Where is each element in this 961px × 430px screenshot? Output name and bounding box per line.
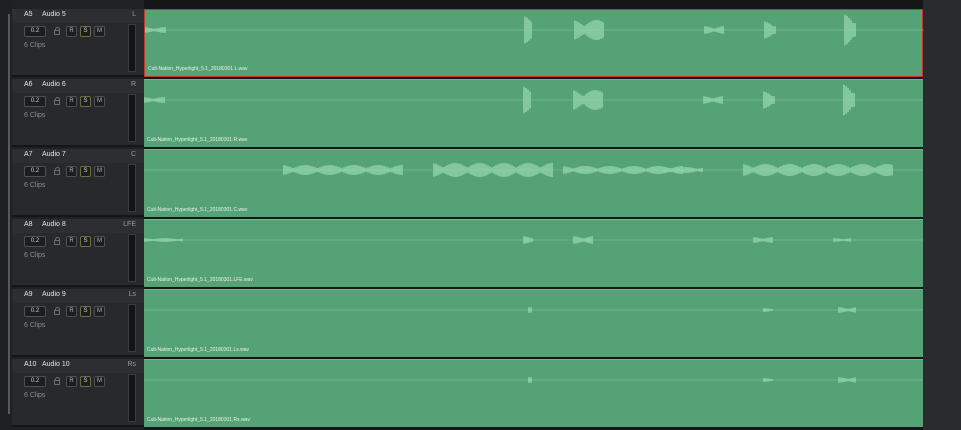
record-arm-button[interactable]: R: [66, 166, 77, 177]
mute-button[interactable]: M: [94, 236, 105, 247]
track-id: A5: [24, 11, 33, 18]
track-channel: L: [132, 11, 136, 18]
clip-count: 6 Clips: [24, 42, 46, 49]
track-channel: LFE: [123, 221, 136, 228]
track-channel: R: [130, 81, 136, 88]
audio-clip[interactable]: Cult-Nation_Hyperlight_5.1_20180301.Rs.w…: [144, 359, 923, 427]
record-arm-button[interactable]: R: [66, 26, 77, 37]
track-id: A7: [24, 151, 33, 158]
clip-count: 6 Clips: [24, 252, 46, 259]
clip-count: 6 Clips: [24, 182, 46, 189]
clip-filename: Cult-Nation_Hyperlight_5.1_20180301.L.wa…: [148, 66, 248, 72]
track-header-title-bar: A5 Audio 5 L: [12, 9, 144, 23]
solo-button[interactable]: S: [80, 26, 91, 37]
clip-filename: Cult-Nation_Hyperlight_5.1_20180301.LFE.…: [147, 277, 253, 283]
track-volume-field[interactable]: 0.2: [24, 306, 46, 317]
right-side-panel: [923, 0, 961, 430]
lock-icon[interactable]: [53, 306, 62, 317]
track-name[interactable]: Audio 7: [42, 151, 66, 158]
clip-filename: Cult-Nation_Hyperlight_5.1_20180301.Rs.w…: [147, 417, 250, 423]
track-header-title-bar: A8 Audio 8 LFE: [12, 219, 144, 233]
audio-level-meter: [128, 304, 136, 352]
audio-level-meter: [128, 234, 136, 282]
track-channel: Rs: [127, 361, 136, 368]
track-name[interactable]: Audio 8: [42, 221, 66, 228]
waveform: [144, 377, 923, 383]
record-arm-button[interactable]: R: [66, 376, 77, 387]
lock-icon[interactable]: [53, 166, 62, 177]
mute-button[interactable]: M: [94, 376, 105, 387]
mute-button[interactable]: M: [94, 166, 105, 177]
waveform: [144, 84, 923, 116]
record-arm-button[interactable]: R: [66, 96, 77, 107]
track-name[interactable]: Audio 10: [42, 361, 70, 368]
track-id: A8: [24, 221, 33, 228]
solo-button[interactable]: S: [80, 236, 91, 247]
audio-clip[interactable]: Cult-Nation_Hyperlight_5.1_20180301.C.wa…: [144, 149, 923, 217]
track-volume-field[interactable]: 0.2: [24, 96, 46, 107]
record-arm-button[interactable]: R: [66, 236, 77, 247]
audio-clip[interactable]: Cult-Nation_Hyperlight_5.1_20180301.R.wa…: [144, 79, 923, 147]
track-header[interactable]: A8 Audio 8 LFE 0.2 R S M 6 Clips: [12, 219, 144, 287]
track-header-title-bar: A7 Audio 7 C: [12, 149, 144, 163]
track-volume-field[interactable]: 0.2: [24, 236, 46, 247]
clip-filename: Cult-Nation_Hyperlight_5.1_20180301.C.wa…: [147, 207, 248, 213]
track-header[interactable]: A7 Audio 7 C 0.2 R S M 6 Clips: [12, 149, 144, 217]
solo-button[interactable]: S: [80, 166, 91, 177]
track-header-title-bar: A9 Audio 9 Ls: [12, 289, 144, 303]
audio-level-meter: [128, 374, 136, 422]
track-id: A9: [24, 291, 33, 298]
lock-icon[interactable]: [53, 236, 62, 247]
record-arm-button[interactable]: R: [66, 306, 77, 317]
track-id: A6: [24, 81, 33, 88]
solo-button[interactable]: S: [80, 96, 91, 107]
track-channel: C: [130, 151, 136, 158]
waveform: [144, 163, 923, 177]
track-header-title-bar: A6 Audio 6 R: [12, 79, 144, 93]
waveform: [145, 14, 924, 46]
solo-button[interactable]: S: [80, 376, 91, 387]
lock-icon[interactable]: [53, 96, 62, 107]
track-name[interactable]: Audio 6: [42, 81, 66, 88]
track-header-title-bar: A10 Audio 10 Rs: [12, 359, 144, 373]
mute-button[interactable]: M: [94, 306, 105, 317]
clip-filename: Cult-Nation_Hyperlight_5.1_20180301.Ls.w…: [147, 347, 250, 353]
clip-count: 6 Clips: [24, 112, 46, 119]
track-header[interactable]: A9 Audio 9 Ls 0.2 R S M 6 Clips: [12, 289, 144, 357]
track-header[interactable]: A6 Audio 6 R 0.2 R S M 6 Clips: [12, 79, 144, 147]
left-edge-strip: [0, 0, 12, 430]
waveform: [144, 236, 923, 244]
audio-level-meter: [128, 94, 136, 142]
clip-count: 6 Clips: [24, 392, 46, 399]
track-volume-field[interactable]: 0.2: [24, 376, 46, 387]
audio-level-meter: [128, 24, 136, 72]
clip-filename: Cult-Nation_Hyperlight_5.1_20180301.R.wa…: [147, 137, 248, 143]
track-name[interactable]: Audio 9: [42, 291, 66, 298]
track-rail: [8, 14, 10, 414]
lock-icon[interactable]: [53, 376, 62, 387]
track-volume-field[interactable]: 0.2: [24, 26, 46, 37]
mute-button[interactable]: M: [94, 96, 105, 107]
track-header[interactable]: A10 Audio 10 Rs 0.2 R S M 6 Clips: [12, 359, 144, 427]
track-name[interactable]: Audio 5: [42, 11, 66, 18]
track-volume-field[interactable]: 0.2: [24, 166, 46, 177]
track-channel: Ls: [128, 291, 136, 298]
audio-clip[interactable]: Cult-Nation_Hyperlight_5.1_20180301.Ls.w…: [144, 289, 923, 357]
track-header[interactable]: A5 Audio 5 L 0.2 R S M 6 Clips: [12, 9, 144, 77]
audio-clip[interactable]: Cult-Nation_Hyperlight_5.1_20180301.LFE.…: [144, 219, 923, 287]
mute-button[interactable]: M: [94, 26, 105, 37]
clip-count: 6 Clips: [24, 322, 46, 329]
track-id: A10: [24, 361, 37, 368]
audio-clip[interactable]: Cult-Nation_Hyperlight_5.1_20180301.L.wa…: [144, 9, 924, 77]
solo-button[interactable]: S: [80, 306, 91, 317]
waveform: [144, 307, 923, 313]
audio-level-meter: [128, 164, 136, 212]
lock-icon[interactable]: [53, 26, 62, 37]
